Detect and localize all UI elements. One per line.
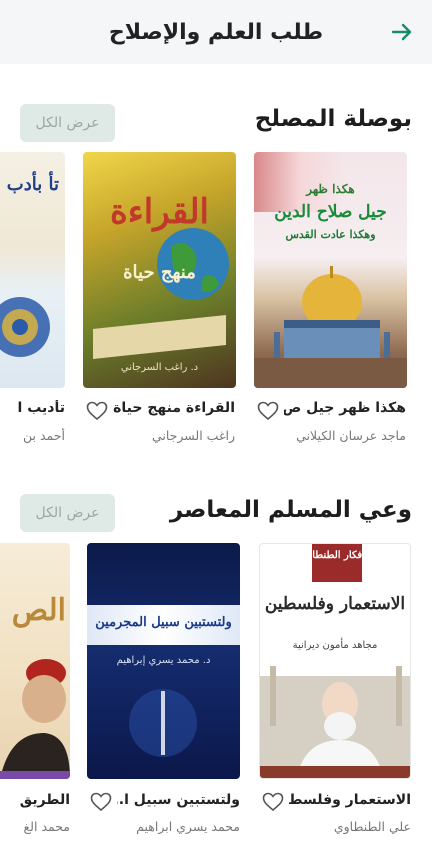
favorite-button[interactable]	[261, 790, 285, 814]
book-title: الطريق	[19, 792, 70, 808]
author-portrait-image	[0, 659, 70, 779]
cover-author-text: مجاهد مأمون ديرانية	[292, 640, 378, 651]
cover-top-text: هكذا ظهر	[306, 182, 355, 196]
favorite-button[interactable]	[89, 790, 113, 814]
book-author: علي الطنطاوي	[333, 819, 411, 834]
cover-title-text: تأ بأدب	[6, 174, 59, 195]
book-title: تأديب ا	[17, 400, 65, 416]
book-title: هكذا ظهر جيل ص...	[284, 400, 406, 416]
cover-title-text: القراءة	[109, 192, 209, 232]
open-book-image	[93, 315, 226, 359]
section-title-compass: بوصلة المصلح	[254, 106, 412, 132]
cover-title-text: جيل صلاح الدين	[274, 202, 387, 222]
book-cover[interactable]: الص	[0, 543, 70, 779]
cover-title-text: ولتستبين سبيل المجرمين	[95, 615, 232, 630]
cover-author-text: د. راغب السرجاني	[120, 362, 199, 373]
page-title: طلب العلم والإصلاح	[108, 19, 324, 45]
heart-icon	[262, 792, 284, 812]
book-cover[interactable]: تأ بأدب	[0, 152, 65, 388]
view-all-button[interactable]: عرض الكل	[20, 104, 115, 142]
book-author: ماجد عرسان الكيلاني	[296, 428, 406, 443]
book-author: محمد الغ	[23, 819, 70, 834]
dome-of-rock-image	[254, 266, 407, 388]
arrow-right-icon	[391, 23, 412, 41]
cover-subtitle-text: وهكذا عادت القدس	[285, 228, 376, 241]
section-title-awareness: وعي المسلم المعاصر	[169, 497, 412, 523]
author-portrait-image	[260, 666, 410, 778]
book-author: أحمد بن	[23, 428, 65, 443]
cover-author-text: د. محمد يسري إبراهيم	[116, 655, 211, 666]
book-title: الاستعمار وفلسط...	[289, 792, 411, 808]
favorite-button[interactable]	[256, 399, 280, 423]
heart-icon	[86, 401, 108, 421]
cover-title-text: الاستعمار وفلسطين	[264, 594, 406, 614]
book-author: محمد يسري ابراهيم	[136, 819, 240, 834]
book-title: القراءة منهج حياة	[113, 400, 235, 416]
back-button[interactable]	[390, 20, 414, 44]
book-cover[interactable]: هكذا ظهر جيل صلاح الدين وهكذا عادت القدس	[254, 152, 407, 388]
view-all-button[interactable]: عرض الكل	[20, 494, 115, 532]
book-cover[interactable]: ولتستبين سبيل المجرمين د. محمد يسري إبرا…	[87, 543, 240, 779]
cover-series-text: الأفكار الطنطاوية	[299, 550, 371, 561]
heart-icon	[257, 401, 279, 421]
book-author: راغب السرجاني	[151, 428, 235, 443]
book-cover[interactable]: الأفكار الطنطاوية الاستعمار وفلسطين مجاه…	[259, 543, 411, 779]
book-title: ولتستبين سبيل ا...	[117, 792, 240, 808]
book-cover[interactable]: القراءة منهج حياة د. راغب السرجاني	[83, 152, 236, 388]
favorite-button[interactable]	[85, 399, 109, 423]
cover-subtitle-text: منهج حياة	[123, 262, 196, 283]
ornament-image	[0, 297, 50, 357]
cover-title-text: الص	[11, 593, 66, 628]
top-app-bar: طلب العلم والإصلاح	[0, 0, 432, 64]
light-graphic	[129, 689, 197, 757]
heart-icon	[90, 792, 112, 812]
